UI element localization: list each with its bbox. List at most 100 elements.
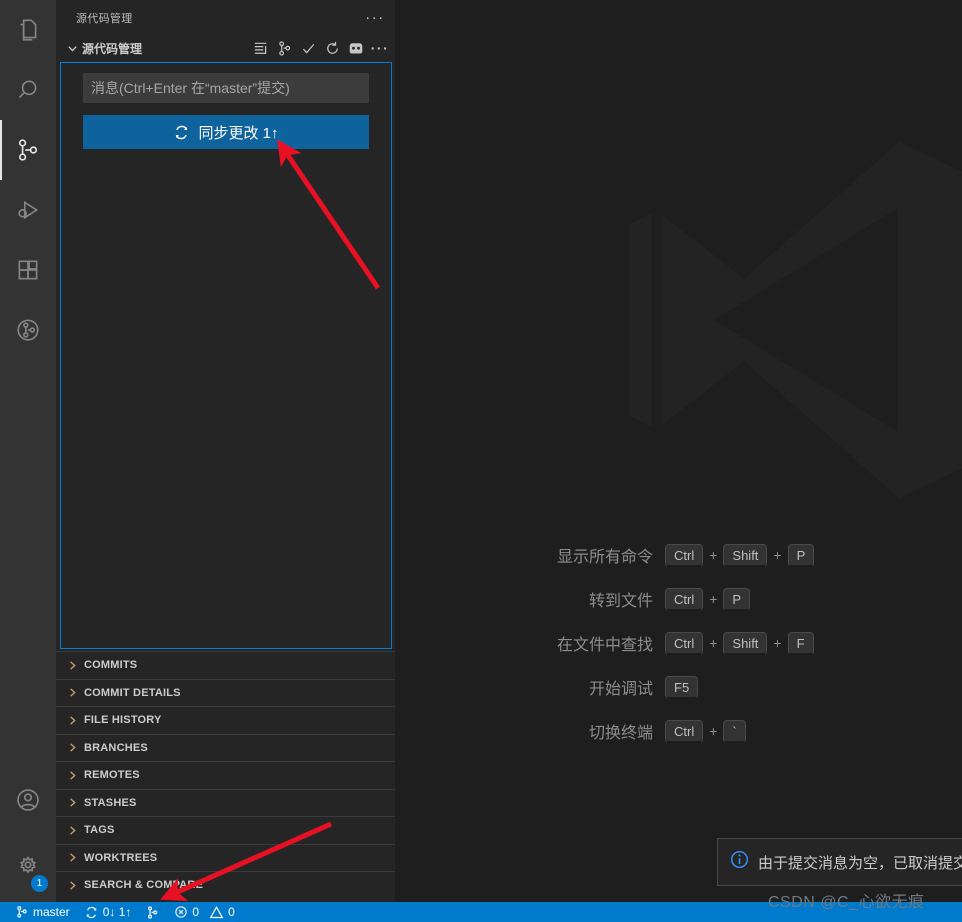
chevron-right-icon xyxy=(64,797,80,808)
activity-item-settings[interactable]: 1 xyxy=(0,830,56,902)
chevron-down-icon xyxy=(64,43,80,54)
section-row[interactable]: TAGS xyxy=(56,816,395,844)
source-control-icon xyxy=(15,137,41,163)
keyboard-key: ` xyxy=(723,719,746,743)
keyboard-key: Ctrl xyxy=(665,719,704,743)
keyboard-key: Ctrl xyxy=(665,587,704,611)
commit-check-icon[interactable] xyxy=(297,37,319,59)
scm-toolbar: ··· xyxy=(249,37,391,59)
status-problems[interactable]: 0 0 xyxy=(167,902,241,922)
more-actions-icon[interactable]: ··· xyxy=(369,37,391,59)
activity-item-explorer[interactable] xyxy=(0,0,56,60)
status-errors-count: 0 xyxy=(192,905,200,919)
chevron-right-icon xyxy=(64,660,80,671)
chevron-right-icon xyxy=(64,770,80,781)
section-label: COMMIT DETAILS xyxy=(84,686,181,699)
keyboard-key: Shift xyxy=(723,543,768,567)
section-row[interactable]: COMMITS xyxy=(56,651,395,679)
extensions-icon xyxy=(15,257,41,283)
view-as-list-icon[interactable] xyxy=(249,37,271,59)
key-separator: + xyxy=(709,723,718,739)
shortcut-label: 显示所有命令 xyxy=(556,549,653,566)
vscode-window: 1 源代码管理 ··· 源代码管理 ··· 消息(Ctrl+Enter 在“ma… xyxy=(0,0,962,922)
welcome-shortcuts-list: 显示所有命令 Ctrl + Shift + P 转到文件 Ctrl + P 在文件中查找 Ctrl + S… xyxy=(395,533,962,753)
warning-triangle-icon xyxy=(209,905,224,920)
search-icon xyxy=(15,77,41,103)
status-scm-provider[interactable] xyxy=(138,902,167,922)
chevron-right-icon xyxy=(64,825,80,836)
section-label: TAGS xyxy=(84,824,115,837)
commit-message-input[interactable] xyxy=(83,73,369,103)
github-icon[interactable] xyxy=(345,37,367,59)
shortcut-label: 转到文件 xyxy=(588,593,653,610)
section-label: BRANCHES xyxy=(84,741,148,754)
activity-item-extensions[interactable] xyxy=(0,240,56,300)
shortcut-keys: Ctrl + Shift + P xyxy=(665,543,815,567)
scm-input-area: 同步更改 1↑ xyxy=(60,62,392,649)
account-icon xyxy=(15,787,41,813)
shortcut-row: 转到文件 Ctrl + P xyxy=(395,577,962,621)
editor-area: 显示所有命令 Ctrl + Shift + P 转到文件 Ctrl + P 在文件中查找 Ctrl + S… xyxy=(395,0,962,902)
vscode-logo-icon xyxy=(600,120,962,525)
key-separator: + xyxy=(709,635,718,651)
source-control-branch-icon[interactable] xyxy=(273,37,295,59)
keyboard-key: Shift xyxy=(723,631,768,655)
git-graph-icon xyxy=(15,317,41,343)
status-sync[interactable]: 0↓ 1↑ xyxy=(77,902,139,922)
activity-item-git-graph[interactable] xyxy=(0,300,56,360)
keyboard-key: P xyxy=(723,587,751,611)
info-icon xyxy=(730,850,749,874)
section-row[interactable]: WORKTREES xyxy=(56,843,395,871)
scm-section-header[interactable]: 源代码管理 ··· xyxy=(56,35,395,61)
sidebar-more-actions-icon[interactable]: ··· xyxy=(361,4,389,32)
key-separator: + xyxy=(773,547,782,563)
status-branch[interactable]: master xyxy=(8,902,77,922)
source-control-icon xyxy=(15,905,29,919)
key-separator: + xyxy=(773,635,782,651)
shortcut-row: 在文件中查找 Ctrl + Shift + F xyxy=(395,621,962,665)
files-icon xyxy=(15,17,41,43)
section-label: SEARCH & COMPARE xyxy=(84,879,204,892)
chevron-right-icon xyxy=(64,715,80,726)
keyboard-key: Ctrl xyxy=(665,631,704,655)
error-circle-icon xyxy=(174,905,188,919)
git-lens-sections: COMMITS COMMIT DETAILS FILE HISTORY BRANCHE… xyxy=(56,651,395,899)
section-label: STASHES xyxy=(84,796,137,809)
activity-item-run-and-debug[interactable] xyxy=(0,180,56,240)
section-label: REMOTES xyxy=(84,769,140,782)
section-row[interactable]: COMMIT DETAILS xyxy=(56,678,395,706)
shortcut-keys: F5 xyxy=(665,675,699,699)
notification-toast[interactable]: 由于提交消息为空，已取消提交 xyxy=(717,838,962,886)
activity-item-search[interactable] xyxy=(0,60,56,120)
section-row[interactable]: REMOTES xyxy=(56,761,395,789)
shortcut-label: 开始调试 xyxy=(588,681,653,698)
section-row[interactable]: BRANCHES xyxy=(56,733,395,761)
keyboard-key: F xyxy=(787,631,814,655)
section-row[interactable]: FILE HISTORY xyxy=(56,706,395,734)
section-row[interactable]: SEARCH & COMPARE xyxy=(56,871,395,899)
section-label: COMMITS xyxy=(84,659,138,672)
shortcut-keys: Ctrl + Shift + F xyxy=(665,631,814,655)
refresh-icon[interactable] xyxy=(321,37,343,59)
chevron-right-icon xyxy=(64,742,80,753)
activity-item-source-control[interactable] xyxy=(0,120,56,180)
status-branch-label: master xyxy=(33,905,70,919)
section-row[interactable]: STASHES xyxy=(56,788,395,816)
shortcut-row: 切换终端 Ctrl + ` xyxy=(395,709,962,753)
shortcut-label: 切换终端 xyxy=(588,725,653,742)
key-separator: + xyxy=(709,547,718,563)
chevron-right-icon xyxy=(64,687,80,698)
chevron-right-icon xyxy=(64,880,80,891)
shortcut-label: 在文件中查找 xyxy=(556,637,653,654)
activity-item-account[interactable] xyxy=(0,770,56,830)
sidebar-title-text: 源代码管理 xyxy=(76,12,133,25)
sync-changes-button[interactable]: 同步更改 1↑ xyxy=(83,115,369,149)
run-debug-icon xyxy=(15,197,41,223)
sync-icon xyxy=(84,905,99,920)
section-label: WORKTREES xyxy=(84,851,158,864)
sidebar-title-bar: 源代码管理 ··· xyxy=(56,0,395,35)
shortcut-row: 显示所有命令 Ctrl + Shift + P xyxy=(395,533,962,577)
key-separator: + xyxy=(709,591,718,607)
settings-badge: 1 xyxy=(31,875,48,892)
status-warnings-count: 0 xyxy=(228,905,235,919)
